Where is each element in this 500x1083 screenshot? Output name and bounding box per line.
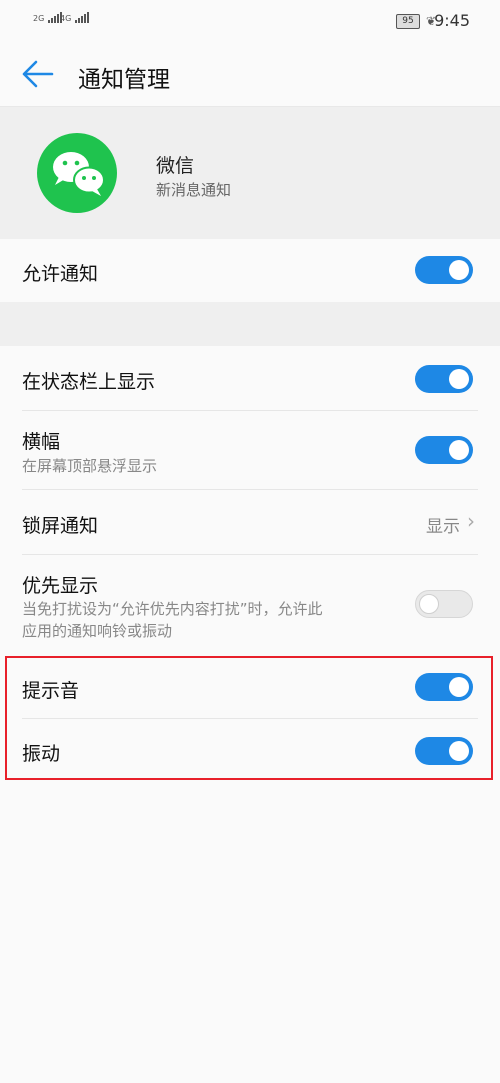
allow-notifications-label: 允许通知	[22, 263, 99, 285]
allow-notifications-row[interactable]: 允许通知	[0, 239, 500, 302]
priority-label: 优先显示	[22, 575, 99, 597]
allow-notifications-toggle[interactable]	[415, 256, 473, 284]
status-bar-display-row[interactable]: 在状态栏上显示	[0, 346, 500, 411]
signal-2g-label: 2G	[33, 14, 45, 23]
signal-4g-label: 4G	[60, 14, 72, 23]
priority-toggle[interactable]	[415, 590, 473, 618]
back-arrow-icon	[22, 60, 54, 88]
signal-2g-icon: 2G	[33, 12, 62, 23]
lock-screen-value: 显示	[426, 517, 460, 537]
status-bar-display-toggle[interactable]	[415, 365, 473, 393]
page-title: 通知管理	[78, 67, 170, 93]
priority-description-line2: 应用的通知响铃或振动	[22, 622, 173, 640]
banner-description: 在屏幕顶部悬浮显示	[22, 457, 158, 475]
status-bar: 2G 4G 95 ❦ 9:45	[0, 0, 500, 42]
banner-toggle[interactable]	[415, 436, 473, 464]
sound-label: 提示音	[22, 680, 80, 702]
status-time: 9:45	[434, 11, 470, 30]
banner-row[interactable]: 横幅 在屏幕顶部悬浮显示	[0, 411, 500, 490]
chevron-right-icon: ›	[467, 509, 475, 533]
sound-toggle[interactable]	[415, 673, 473, 701]
app-header: 微信 新消息通知	[0, 107, 500, 239]
app-name: 微信	[156, 155, 195, 177]
lock-screen-label: 锁屏通知	[22, 515, 99, 537]
app-subtitle: 新消息通知	[156, 181, 232, 199]
vibrate-row[interactable]: 振动	[0, 719, 500, 782]
battery-icon: 95	[396, 14, 420, 29]
sound-row[interactable]: 提示音	[0, 656, 500, 719]
priority-row[interactable]: 优先显示 当免打扰设为“允许优先内容打扰”时，允许此 应用的通知响铃或振动	[0, 555, 500, 656]
app-bar: 通知管理	[0, 42, 500, 107]
lock-screen-row[interactable]: 锁屏通知 显示 ›	[0, 490, 500, 555]
vibrate-toggle[interactable]	[415, 737, 473, 765]
status-bar-display-label: 在状态栏上显示	[22, 371, 156, 393]
priority-description-line1: 当免打扰设为“允许优先内容打扰”时，允许此	[22, 600, 323, 618]
battery-level: 95	[402, 16, 414, 26]
vibrate-label: 振动	[22, 743, 61, 765]
section-gap	[0, 302, 500, 346]
banner-label: 横幅	[22, 431, 61, 453]
signal-4g-icon: 4G	[60, 12, 89, 23]
back-button[interactable]	[18, 56, 58, 92]
wechat-icon	[37, 133, 117, 213]
